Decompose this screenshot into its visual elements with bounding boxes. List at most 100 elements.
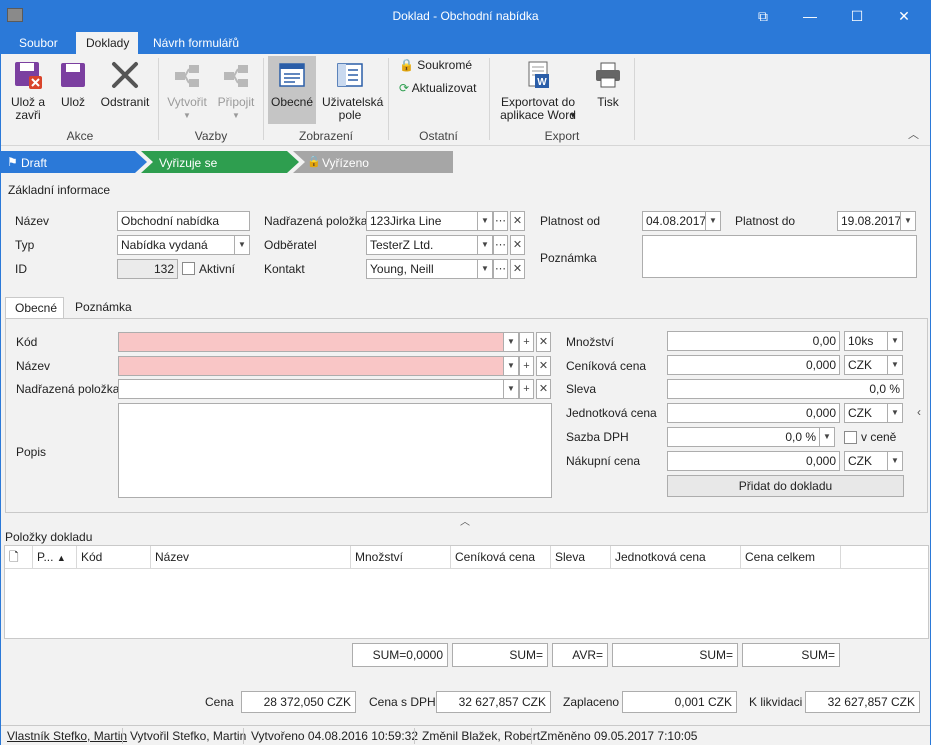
parent-more-icon[interactable]: ⋯ bbox=[493, 211, 508, 231]
view-general-button[interactable]: Obecné bbox=[268, 56, 316, 124]
column-header-total[interactable]: Cena celkem bbox=[741, 546, 841, 568]
customer-input[interactable]: TesterZ Ltd. bbox=[366, 235, 478, 255]
status-separator bbox=[414, 728, 415, 744]
contact-clear-icon[interactable]: ✕ bbox=[510, 259, 525, 279]
word-export-icon: W bbox=[528, 61, 549, 88]
item-name-clear-icon[interactable]: ✕ bbox=[536, 356, 551, 376]
description-label: Popis bbox=[16, 445, 47, 459]
valid-from-dropdown-icon[interactable]: ▼ bbox=[705, 211, 721, 231]
delete-button[interactable]: Odstranit bbox=[99, 60, 151, 109]
purchase-currency-select[interactable]: CZK bbox=[844, 451, 888, 471]
purchase-currency-dropdown-icon[interactable]: ▼ bbox=[887, 451, 903, 471]
column-header-code[interactable]: Kód bbox=[77, 546, 151, 568]
customer-label: Odběratel bbox=[264, 238, 317, 252]
list-price-currency-dropdown-icon[interactable]: ▼ bbox=[887, 355, 903, 375]
code-input[interactable] bbox=[118, 332, 504, 352]
column-header-position[interactable]: P... ▲ bbox=[33, 546, 77, 568]
save-close-button[interactable]: Ulož a zavři bbox=[7, 60, 49, 122]
attach-button[interactable]: Připojit ▼ bbox=[214, 60, 258, 122]
status-owner[interactable]: Vlastník Stefko, Martin bbox=[7, 729, 127, 743]
item-parent-clear-icon[interactable]: ✕ bbox=[536, 379, 551, 399]
chevron-left-icon[interactable]: ‹ bbox=[917, 405, 921, 419]
workflow-step-done[interactable]: Vyřízeno bbox=[322, 156, 369, 170]
group-label-akce: Akce bbox=[66, 129, 94, 143]
column-header-name[interactable]: Název bbox=[151, 546, 351, 568]
refresh-button[interactable]: ⟳ Aktualizovat bbox=[399, 82, 489, 95]
parent-clear-icon[interactable]: ✕ bbox=[510, 211, 525, 231]
customer-clear-icon[interactable]: ✕ bbox=[510, 235, 525, 255]
valid-from-input[interactable]: 04.08.2017 bbox=[642, 211, 706, 231]
column-header-quantity[interactable]: Množství bbox=[351, 546, 451, 568]
view-user-fields-button[interactable]: Uživatelská pole bbox=[320, 60, 383, 122]
print-button[interactable]: Tisk bbox=[589, 60, 627, 109]
create-button[interactable]: Vytvořit ▼ bbox=[163, 60, 211, 122]
item-parent-add-icon[interactable]: + bbox=[519, 379, 534, 399]
minimize-button[interactable]: — bbox=[787, 1, 833, 32]
unit-price-currency-select[interactable]: CZK bbox=[844, 403, 888, 423]
vat-dropdown-icon[interactable]: ▼ bbox=[819, 427, 835, 447]
restore-window-icon[interactable]: ⧉ bbox=[740, 1, 786, 32]
column-header-discount[interactable]: Sleva bbox=[551, 546, 611, 568]
workflow-step-draft[interactable]: Draft bbox=[21, 156, 47, 170]
item-parent-dropdown-icon[interactable]: ▼ bbox=[503, 379, 519, 399]
valid-to-input[interactable]: 19.08.2017 bbox=[837, 211, 901, 231]
contact-input[interactable]: Young, Neill bbox=[366, 259, 478, 279]
vat-input[interactable]: 0,0 % bbox=[667, 427, 820, 447]
list-price-currency-select[interactable]: CZK bbox=[844, 355, 888, 375]
contact-dropdown-icon[interactable]: ▼ bbox=[477, 259, 493, 279]
collapse-ribbon-icon[interactable]: ︿ bbox=[908, 126, 919, 142]
maximize-button[interactable]: ☐ bbox=[834, 1, 880, 32]
tab-soubor[interactable]: Soubor bbox=[9, 32, 68, 54]
list-price-label: Ceníková cena bbox=[566, 359, 647, 373]
code-add-icon[interactable]: + bbox=[519, 332, 534, 352]
contact-more-icon[interactable]: ⋯ bbox=[493, 259, 508, 279]
ribbon: Ulož a zavři Ulož Odstranit Akce Vytvoři… bbox=[1, 54, 930, 146]
purchase-price-input[interactable]: 0,000 bbox=[667, 451, 840, 471]
quantity-unit-select[interactable]: 10ks bbox=[844, 331, 888, 351]
panel-tab-note[interactable]: Poznámka bbox=[66, 297, 141, 319]
column-header-list-price[interactable]: Ceníková cena bbox=[451, 546, 551, 568]
column-header-unit-price[interactable]: Jednotková cena bbox=[611, 546, 741, 568]
add-to-document-button[interactable]: Přidat do dokladu bbox=[667, 475, 904, 497]
item-name-add-icon[interactable]: + bbox=[519, 356, 534, 376]
parent-input[interactable]: 123Jirka Line bbox=[366, 211, 478, 231]
item-parent-input[interactable] bbox=[118, 379, 504, 399]
note-textarea[interactable] bbox=[642, 235, 917, 278]
private-button[interactable]: 🔒 Soukromé bbox=[399, 59, 479, 72]
export-word-button[interactable]: W Exportovat do aplikace Word ▼ bbox=[495, 60, 581, 122]
quantity-input[interactable]: 0,00 bbox=[667, 331, 840, 351]
status-separator bbox=[243, 728, 244, 744]
unit-price-currency-dropdown-icon[interactable]: ▼ bbox=[887, 403, 903, 423]
description-textarea[interactable] bbox=[118, 403, 552, 498]
collapse-panel-icon[interactable]: ︿ bbox=[460, 513, 470, 528]
list-price-input[interactable]: 0,000 bbox=[667, 355, 840, 375]
customer-more-icon[interactable]: ⋯ bbox=[493, 235, 508, 255]
close-button[interactable]: ✕ bbox=[881, 1, 927, 32]
code-dropdown-icon[interactable]: ▼ bbox=[503, 332, 519, 352]
vat-included-checkbox[interactable] bbox=[844, 431, 857, 444]
customer-dropdown-icon[interactable]: ▼ bbox=[477, 235, 493, 255]
panel-tab-general[interactable]: Obecné bbox=[5, 297, 64, 319]
tab-navrh-formularu[interactable]: Návrh formulářů bbox=[143, 32, 249, 54]
items-grid[interactable]: 🗋 P... ▲ Kód Název Množství Ceníková cen… bbox=[4, 545, 929, 639]
quantity-unit-dropdown-icon[interactable]: ▼ bbox=[887, 331, 903, 351]
workflow-step-in-progress[interactable]: Vyřizuje se bbox=[159, 156, 217, 170]
item-name-dropdown-icon[interactable]: ▼ bbox=[503, 356, 519, 376]
valid-to-dropdown-icon[interactable]: ▼ bbox=[900, 211, 916, 231]
type-label: Typ bbox=[15, 238, 35, 252]
sum-total: SUM= bbox=[742, 643, 840, 667]
unit-price-input[interactable]: 0,000 bbox=[667, 403, 840, 423]
name-input[interactable]: Obchodní nabídka bbox=[117, 211, 250, 231]
tab-doklady[interactable]: Doklady bbox=[76, 32, 138, 54]
code-clear-icon[interactable]: ✕ bbox=[536, 332, 551, 352]
type-select[interactable]: Nabídka vydaná bbox=[117, 235, 235, 255]
active-checkbox[interactable] bbox=[182, 262, 195, 275]
column-new-row[interactable]: 🗋 bbox=[5, 546, 33, 568]
item-name-input[interactable] bbox=[118, 356, 504, 376]
save-close-icon bbox=[15, 62, 42, 89]
save-button[interactable]: Ulož bbox=[56, 60, 90, 109]
workflow-bar bbox=[1, 151, 453, 173]
parent-dropdown-icon[interactable]: ▼ bbox=[477, 211, 493, 231]
type-dropdown-icon[interactable]: ▼ bbox=[234, 235, 250, 255]
discount-input[interactable]: 0,0 % bbox=[667, 379, 904, 399]
